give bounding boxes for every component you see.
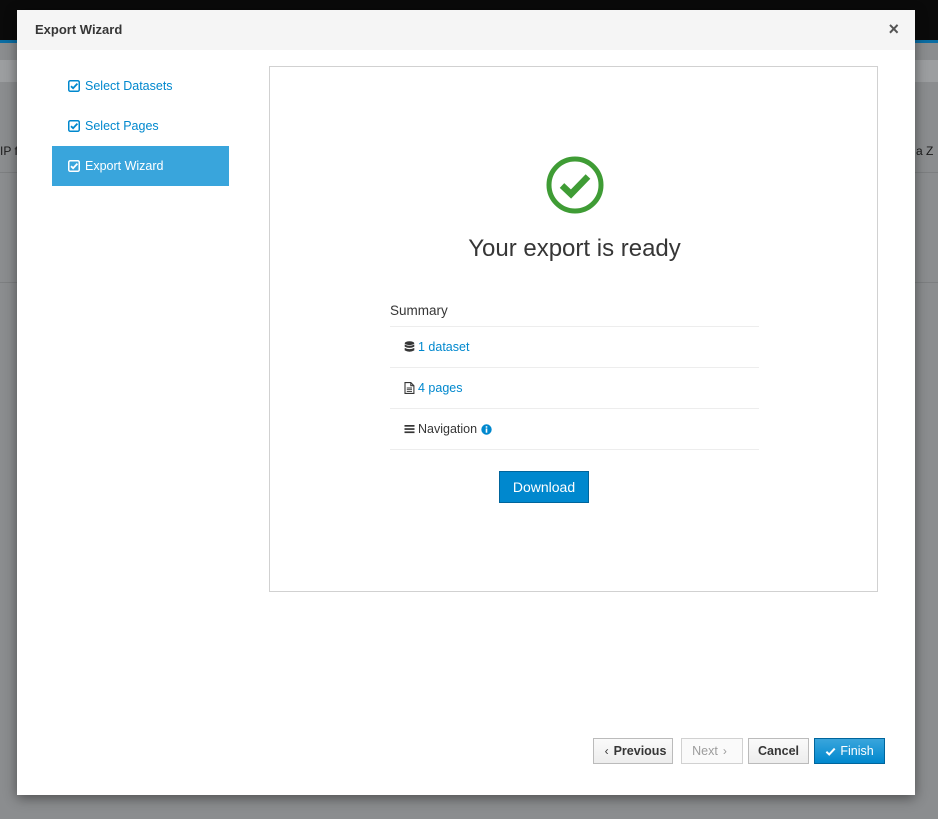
- next-button[interactable]: Next ›: [681, 738, 743, 764]
- next-label: Next: [692, 744, 718, 758]
- summary-row-navigation: Navigation: [390, 409, 759, 450]
- datasets-link[interactable]: 1 dataset: [418, 340, 469, 354]
- modal-header: Export Wizard ×: [17, 10, 915, 50]
- bars-icon: [404, 425, 415, 434]
- export-ready-title: Your export is ready: [468, 235, 681, 262]
- cancel-button[interactable]: Cancel: [748, 738, 809, 764]
- summary-row-pages: 4 pages: [390, 368, 759, 409]
- export-result-panel: Your export is ready Summary 1 dataset 4…: [269, 66, 878, 592]
- check-square-icon: [68, 120, 80, 132]
- step-label: Select Datasets: [85, 79, 173, 93]
- chevron-left-icon: ‹: [604, 744, 609, 758]
- check-square-icon: [68, 80, 80, 92]
- finish-button[interactable]: Finish: [814, 738, 885, 764]
- file-icon: [404, 382, 415, 394]
- check-icon: [826, 747, 836, 756]
- database-icon: [404, 341, 415, 352]
- info-circle-icon[interactable]: [481, 423, 492, 435]
- export-summary: Summary 1 dataset 4 pages Navigation: [390, 303, 759, 450]
- step-label: Export Wizard: [85, 159, 164, 173]
- close-button[interactable]: ×: [888, 20, 899, 38]
- step-select-pages[interactable]: Select Pages: [52, 106, 229, 146]
- previous-button[interactable]: ‹ Previous: [593, 738, 673, 764]
- finish-label: Finish: [840, 744, 874, 758]
- download-button[interactable]: Download: [499, 471, 589, 503]
- step-label: Select Pages: [85, 119, 159, 133]
- check-circle-icon: [546, 156, 604, 214]
- chevron-right-icon: ›: [722, 744, 727, 758]
- step-export-wizard[interactable]: Export Wizard: [52, 146, 229, 186]
- previous-label: Previous: [613, 744, 667, 758]
- summary-title: Summary: [390, 303, 759, 327]
- step-select-datasets[interactable]: Select Datasets: [52, 66, 229, 106]
- modal-title: Export Wizard: [35, 22, 123, 37]
- cancel-label: Cancel: [758, 744, 799, 758]
- export-wizard-modal: Export Wizard × Select Datasets Select P…: [17, 10, 915, 795]
- pages-link[interactable]: 4 pages: [418, 381, 462, 395]
- background-text-left: IP f: [0, 144, 18, 158]
- check-square-icon: [68, 160, 80, 172]
- wizard-steps-sidebar: Select Datasets Select Pages Export Wiza…: [52, 66, 229, 186]
- summary-row-datasets: 1 dataset: [390, 327, 759, 368]
- navigation-label: Navigation: [418, 422, 478, 436]
